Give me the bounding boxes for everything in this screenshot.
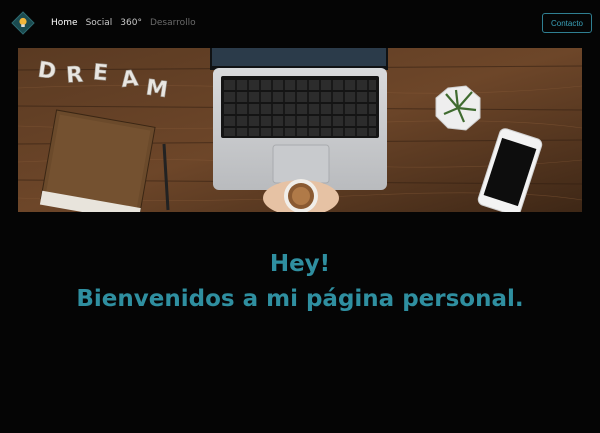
svg-text:R: R — [65, 63, 84, 89]
lightbulb-icon[interactable] — [11, 11, 35, 35]
nav-links: Home Social 360° Desarrollo — [51, 17, 196, 29]
hero-image: D R E A M — [18, 48, 582, 212]
navbar: Home Social 360° Desarrollo Contacto — [0, 0, 600, 48]
svg-text:D: D — [36, 58, 58, 85]
svg-text:A: A — [120, 66, 140, 93]
greeting-heading: Hey! — [269, 251, 331, 277]
nav-link-social[interactable]: Social — [86, 17, 113, 29]
svg-text:M: M — [144, 75, 169, 103]
nav-link-desarrollo[interactable]: Desarrollo — [150, 17, 196, 29]
welcome-heading: Bienvenidos a mi página personal. — [76, 286, 524, 312]
contact-button[interactable]: Contacto — [542, 13, 592, 33]
nav-link-home[interactable]: Home — [51, 17, 78, 29]
svg-text:E: E — [92, 60, 109, 86]
nav-link-360[interactable]: 360° — [120, 17, 142, 29]
